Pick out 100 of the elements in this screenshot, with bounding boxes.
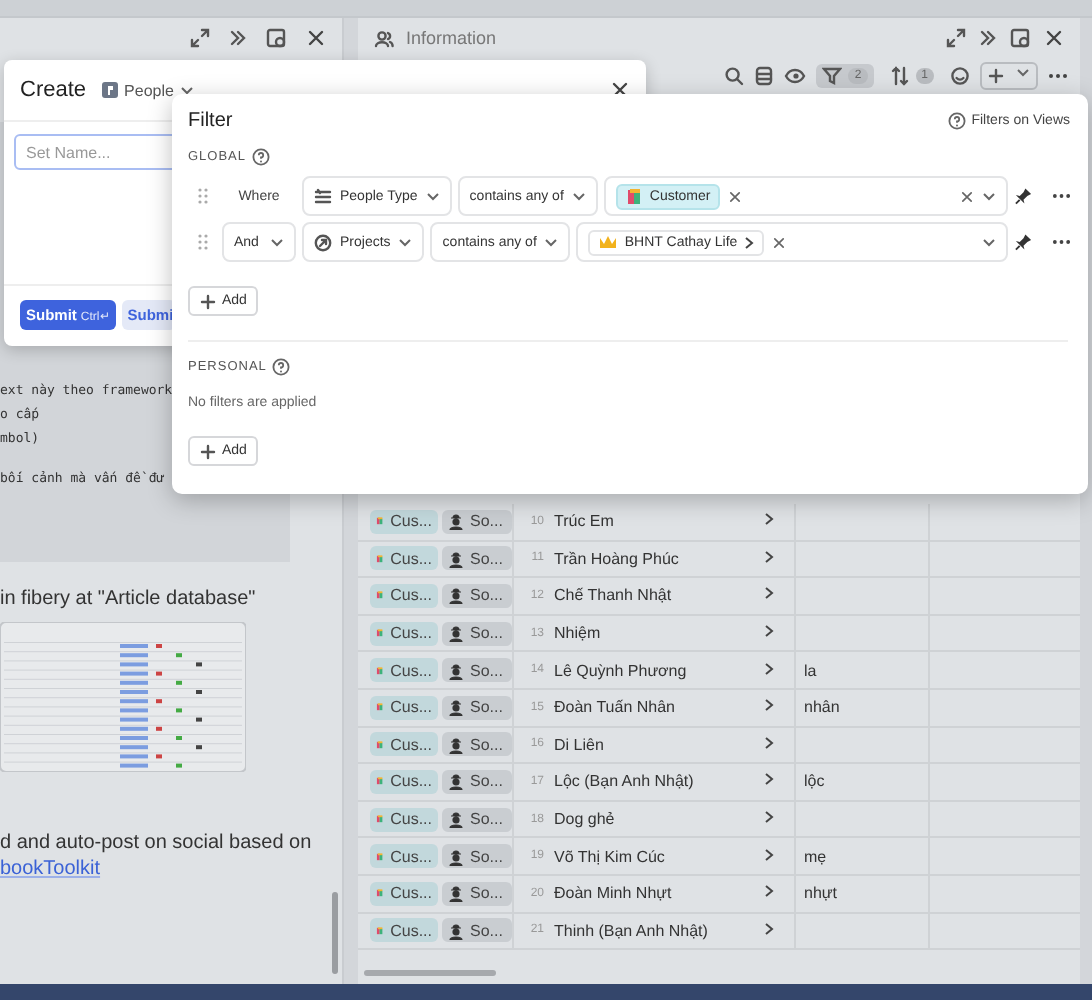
drag-handle-icon[interactable]	[197, 188, 207, 204]
tag-chip[interactable]: Cus...	[370, 621, 438, 646]
tag-chip[interactable]: Cus...	[370, 583, 438, 608]
dialog-title: Filter	[188, 110, 233, 132]
caret-icon	[270, 237, 284, 247]
help-icon	[272, 358, 291, 376]
tag-chip[interactable]: Cus...	[370, 658, 438, 683]
tag-chip[interactable]: Cus...	[370, 732, 438, 757]
search-icon[interactable]	[724, 66, 745, 86]
chevron-right-icon[interactable]	[764, 921, 774, 936]
person-icon	[448, 549, 464, 568]
plus-icon	[200, 443, 216, 459]
tag-icon	[376, 921, 385, 940]
people-icon	[374, 29, 394, 47]
drag-handle-icon[interactable]	[197, 234, 207, 250]
close-icon[interactable]	[306, 28, 326, 48]
scrollbar[interactable]	[332, 892, 338, 974]
caret-icon	[179, 85, 194, 95]
person-chip[interactable]: So...	[442, 807, 512, 832]
panel-search-icon[interactable]	[1010, 27, 1032, 49]
name-cell-text: Đoàn Tuấn Nhân	[554, 698, 677, 717]
database-icon[interactable]	[754, 66, 775, 86]
tag-chip[interactable]: Cus...	[370, 695, 438, 720]
sort-icon	[889, 66, 910, 86]
help-icon	[947, 112, 966, 130]
panel-search-icon[interactable]	[266, 27, 288, 49]
crown-icon	[598, 234, 619, 250]
panel-title: Information	[406, 28, 499, 48]
tag-chip[interactable]: Cus...	[370, 509, 438, 534]
link[interactable]: bookToolkit	[0, 858, 342, 880]
tag-chip[interactable]: Cus...	[370, 881, 438, 906]
chevron-right-icon[interactable]	[764, 512, 774, 527]
tag-chip[interactable]: Cus...	[370, 546, 438, 571]
person-chip[interactable]: So...	[442, 583, 512, 608]
tag-icon	[376, 549, 385, 568]
person-icon	[448, 810, 464, 829]
chevron-right-icon[interactable]	[764, 586, 774, 601]
double-chevron-icon[interactable]	[978, 28, 998, 48]
person-chip[interactable]: So...	[442, 546, 512, 571]
name-cell-text: Lộc (Bạn Anh Nhật)	[554, 772, 696, 791]
chevron-right-icon[interactable]	[764, 549, 774, 564]
chevron-right-icon[interactable]	[764, 698, 774, 713]
person-chip[interactable]: So...	[442, 769, 512, 794]
dialog-title: Create	[20, 78, 87, 102]
chevron-right-icon[interactable]	[764, 624, 774, 639]
tag-chip[interactable]: Cus...	[370, 769, 438, 794]
person-icon	[448, 772, 464, 791]
pin-icon[interactable]	[1014, 186, 1033, 206]
close-icon[interactable]	[610, 80, 630, 100]
chevron-right-icon[interactable]	[764, 661, 774, 676]
tag-chip[interactable]: Cus...	[370, 844, 438, 869]
double-chevron-icon[interactable]	[228, 28, 248, 48]
name-cell-text: Dog ghẻ	[554, 810, 617, 829]
person-chip[interactable]: So...	[442, 621, 512, 646]
note-cell: lộc	[804, 772, 825, 791]
name-cell-text: Võ Thị Kim Cúc	[554, 847, 667, 866]
more-icon[interactable]	[1051, 192, 1070, 200]
caret-icon	[544, 237, 559, 247]
name-input[interactable]: Set Name...	[14, 134, 178, 170]
expand-icon[interactable]	[946, 28, 966, 48]
chevron-right-icon[interactable]	[764, 810, 774, 825]
chevron-right-icon[interactable]	[764, 884, 774, 899]
name-cell-text: Đoàn Minh Nhựt	[554, 884, 674, 903]
horizontal-scrollbar[interactable]	[364, 970, 496, 976]
person-chip[interactable]: So...	[442, 509, 512, 534]
tag-icon	[376, 661, 385, 680]
tag-icon	[376, 735, 385, 754]
person-icon	[448, 624, 464, 643]
name-cell-text: Nhiệm	[554, 624, 603, 643]
chevron-right-icon[interactable]	[764, 847, 774, 862]
person-chip[interactable]: So...	[442, 732, 512, 757]
chevron-right-icon[interactable]	[743, 235, 754, 249]
tag-chip[interactable]: Cus...	[370, 918, 438, 943]
more-icon[interactable]	[1048, 72, 1068, 80]
person-chip[interactable]: So...	[442, 918, 512, 943]
clear-icon[interactable]	[960, 189, 974, 203]
tag-icon	[376, 847, 385, 866]
caret-icon	[425, 191, 440, 201]
person-icon	[448, 847, 464, 866]
pin-icon[interactable]	[1014, 232, 1033, 252]
tag-chip[interactable]: Cus...	[370, 807, 438, 832]
remove-icon[interactable]	[728, 189, 743, 203]
relation-icon	[314, 233, 332, 251]
close-icon[interactable]	[1044, 28, 1064, 48]
person-chip[interactable]: So...	[442, 695, 512, 720]
remove-icon[interactable]	[771, 235, 786, 249]
more-icon[interactable]	[1051, 238, 1070, 246]
person-chip[interactable]: So...	[442, 844, 512, 869]
emoji-icon[interactable]	[950, 66, 970, 86]
name-cell-text: Di Liên	[554, 735, 606, 754]
chevron-right-icon[interactable]	[764, 735, 774, 750]
person-chip[interactable]: So...	[442, 658, 512, 683]
list-icon	[314, 187, 332, 205]
eye-icon[interactable]	[784, 66, 807, 86]
expand-icon[interactable]	[190, 28, 210, 48]
person-icon	[448, 698, 464, 717]
person-chip[interactable]: So...	[442, 881, 512, 906]
chevron-right-icon[interactable]	[764, 772, 774, 787]
person-icon	[448, 735, 464, 754]
add-split-button[interactable]	[980, 62, 1038, 90]
